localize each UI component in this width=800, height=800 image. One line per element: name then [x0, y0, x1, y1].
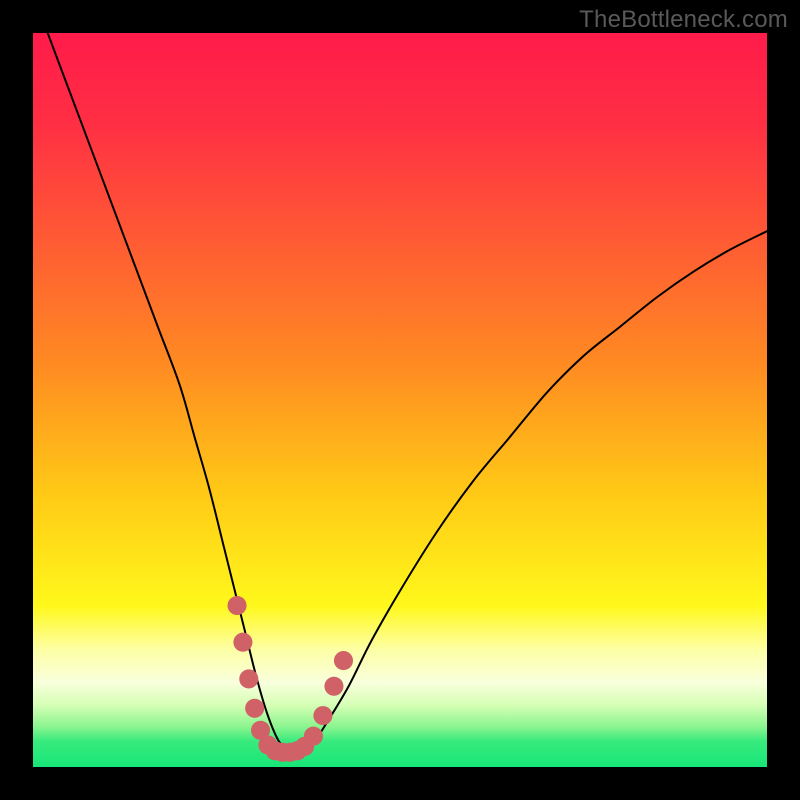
- curve-marker: [228, 596, 247, 615]
- curve-marker: [334, 651, 353, 670]
- chart-svg: [33, 33, 767, 767]
- curve-marker: [233, 633, 252, 652]
- curve-marker: [324, 677, 343, 696]
- curve-marker: [245, 699, 264, 718]
- watermark-text: TheBottleneck.com: [579, 6, 788, 34]
- outer-frame: TheBottleneck.com: [0, 0, 800, 800]
- curve-marker: [304, 727, 323, 746]
- plot-area: [33, 33, 767, 767]
- bottleneck-curve: [48, 33, 767, 753]
- curve-marker: [239, 669, 258, 688]
- curve-marker: [313, 706, 332, 725]
